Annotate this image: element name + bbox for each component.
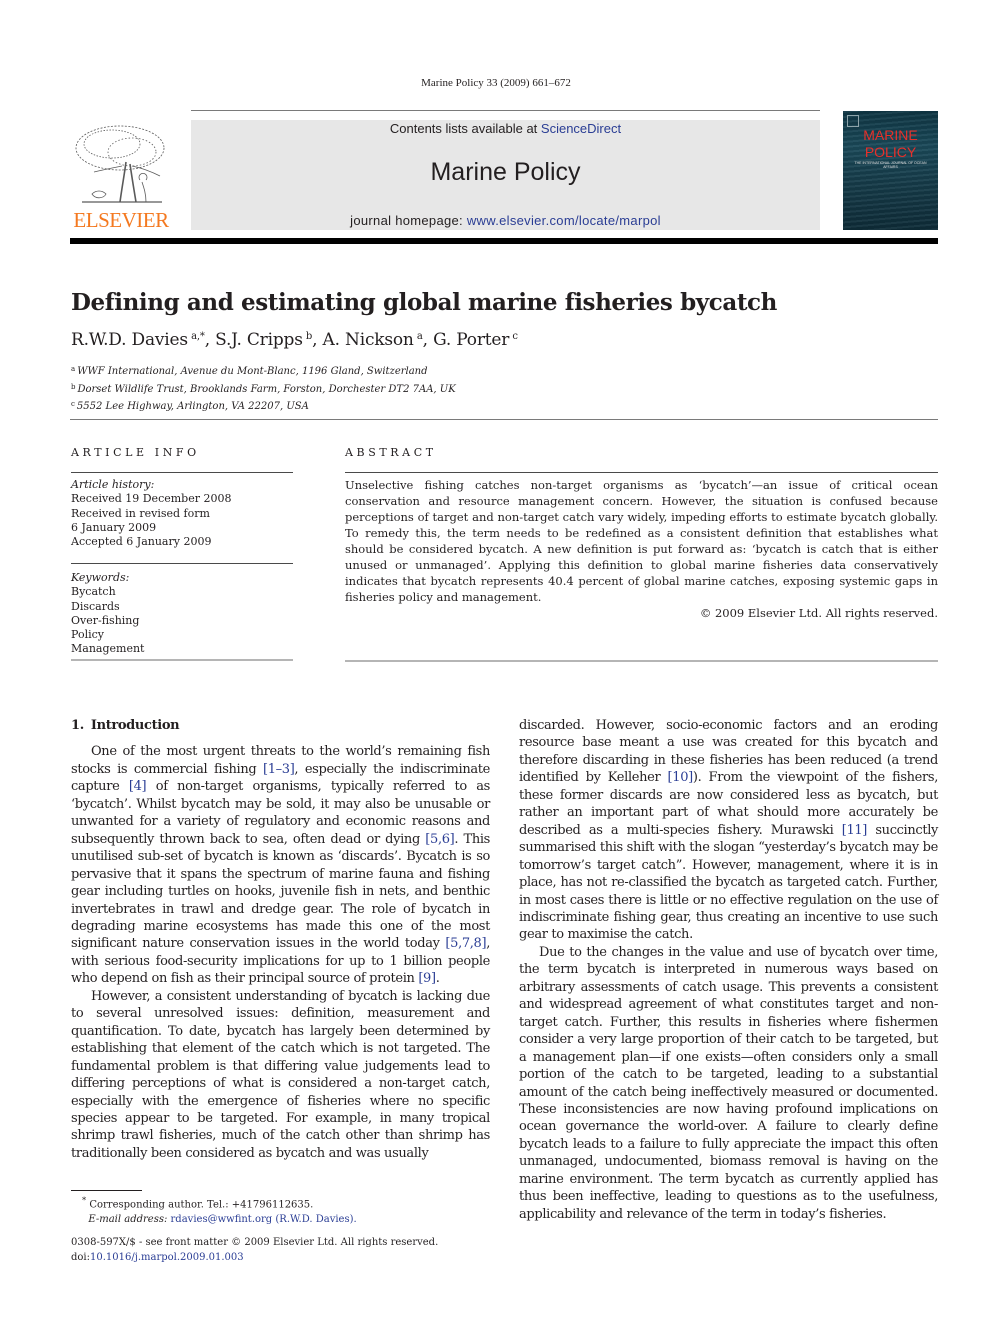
keyword: Management xyxy=(71,642,145,656)
affiliations: a WWF International, Avenue du Mont-Blanc… xyxy=(71,362,456,415)
abstract-body: Unselective fishing catches non-target o… xyxy=(345,478,938,604)
citation-link[interactable]: [10] xyxy=(668,770,694,785)
footnote-rule xyxy=(71,1190,142,1191)
keywords-rule xyxy=(71,563,293,564)
keyword: Policy xyxy=(71,628,104,642)
author[interactable]: S.J. Cripps b xyxy=(215,330,312,350)
front-matter: 0308-597X/$ - see front matter © 2009 El… xyxy=(71,1237,439,1263)
citation-link[interactable]: [1–3] xyxy=(263,762,295,777)
doi-link[interactable]: 10.1016/j.marpol.2009.01.003 xyxy=(90,1252,244,1263)
top-rule xyxy=(191,110,820,111)
citation-link[interactable]: [11] xyxy=(842,823,868,838)
citation-link[interactable]: [9] xyxy=(418,971,436,986)
abstract-heading: ABSTRACT xyxy=(345,446,437,459)
sciencedirect-link[interactable]: ScienceDirect xyxy=(541,121,621,136)
citation-link[interactable]: [4] xyxy=(129,779,147,794)
article-history: Article history: Received 19 December 20… xyxy=(71,478,293,549)
keyword: Bycatch xyxy=(71,585,116,599)
text-run: . xyxy=(435,971,440,987)
abstract-copyright: © 2009 Elsevier Ltd. All rights reserved… xyxy=(699,606,938,620)
header-thick-rule xyxy=(70,238,938,244)
contents-line: Contents lists available at ScienceDirec… xyxy=(389,121,622,136)
article-info-heading: ARTICLE INFO xyxy=(71,446,200,459)
keyword: Over-fishing xyxy=(71,613,140,627)
body-column-right: discarded. However, socio-economic facto… xyxy=(519,717,938,1223)
meta-rule xyxy=(70,419,938,420)
affiliation: c 5552 Lee Highway, Arlington, VA 22207, … xyxy=(71,400,309,412)
journal-name: Marine Policy xyxy=(430,158,581,186)
cover-title: MARINE POLICY xyxy=(863,127,918,160)
author-list: R.W.D. Davies a,*, S.J. Cripps b, A. Nic… xyxy=(71,330,518,350)
history-item: Received 19 December 2008 xyxy=(71,492,232,506)
homepage-line: journal homepage: www.elsevier.com/locat… xyxy=(350,213,661,228)
citation-link[interactable]: [5,7,8] xyxy=(445,936,486,951)
section-heading-introduction: 1. Introduction xyxy=(71,718,180,733)
text-run: . This unutilised sub-set of bycatch is … xyxy=(71,831,490,952)
paragraph: One of the most urgent threats to the wo… xyxy=(71,743,490,987)
text-run: succinctly summarised this shift with th… xyxy=(519,822,938,943)
cover-emblem-icon xyxy=(847,115,859,127)
paragraph: discarded. However, socio-economic facto… xyxy=(519,717,938,944)
article-info-bottom-rule xyxy=(71,659,293,661)
journal-cover-image[interactable]: MARINE POLICY THE INTERNATIONAL JOURNAL … xyxy=(843,111,938,230)
author[interactable]: R.W.D. Davies a,* xyxy=(71,330,205,350)
author[interactable]: G. Porter c xyxy=(433,330,518,350)
affiliation: a WWF International, Avenue du Mont-Blanc… xyxy=(71,365,428,377)
author[interactable]: A. Nickson a xyxy=(323,330,423,350)
history-item: 6 January 2009 xyxy=(71,520,157,534)
keyword: Discards xyxy=(71,599,120,613)
author-email-link[interactable]: rdavies@wwfint.org xyxy=(171,1214,273,1225)
history-item: Accepted 6 January 2009 xyxy=(71,535,212,549)
abstract-rule xyxy=(345,472,938,473)
history-item: Received in revised form xyxy=(71,506,210,520)
citation-link[interactable]: [5,6] xyxy=(425,832,454,847)
running-head: Marine Policy 33 (2009) 661–672 xyxy=(421,77,571,89)
paragraph: However, a consistent understanding of b… xyxy=(71,988,490,1161)
journal-masthead: Contents lists available at ScienceDirec… xyxy=(191,120,820,230)
journal-homepage-link[interactable]: www.elsevier.com/locate/marpol xyxy=(467,213,661,228)
affiliation: b Dorset Wildlife Trust, Brooklands Farm,… xyxy=(71,382,456,395)
elsevier-wordmark: ELSEVIER xyxy=(73,208,169,232)
body-column-left: 1. Introduction One of the most urgent th… xyxy=(71,717,490,1162)
abstract-bottom-rule xyxy=(345,660,938,662)
article-title: Defining and estimating global marine fi… xyxy=(71,289,777,316)
abstract: Unselective fishing catches non-target o… xyxy=(345,477,938,621)
keywords: Keywords: Bycatch Discards Over-fishing … xyxy=(71,571,293,657)
elsevier-tree-icon xyxy=(75,125,165,203)
corresponding-author-footnote: * Corresponding author. Tel.: +417961126… xyxy=(82,1195,357,1225)
cover-subtitle: THE INTERNATIONAL JOURNAL OF OCEAN AFFAI… xyxy=(854,161,927,169)
paragraph: Due to the changes in the value and use … xyxy=(519,944,938,1222)
elsevier-logo[interactable]: ELSEVIER xyxy=(70,120,172,232)
article-info-rule xyxy=(71,472,293,473)
